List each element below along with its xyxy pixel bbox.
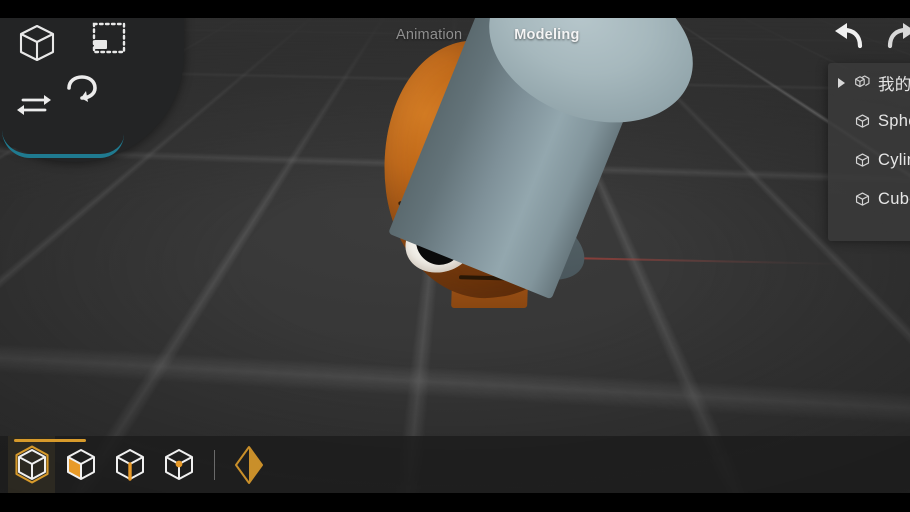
outliner-panel[interactable]: 我的 Sphe Cylin xyxy=(828,63,910,241)
outliner-label: Cylin xyxy=(878,151,910,169)
redo-arrow-icon xyxy=(887,23,910,49)
cube-object-icon xyxy=(14,445,49,483)
redo-button[interactable] xyxy=(886,22,910,50)
mode-face-button[interactable] xyxy=(57,436,104,493)
outliner-label: Cube xyxy=(878,190,910,208)
undo-arrow-icon xyxy=(835,23,863,49)
mode-vertex-button[interactable] xyxy=(155,436,202,493)
cube-edge-icon xyxy=(115,448,144,481)
mode-edge-button[interactable] xyxy=(106,436,153,493)
selection-mode-toolbar xyxy=(0,436,910,493)
history-controls xyxy=(830,22,910,50)
pivot-button[interactable] xyxy=(229,442,269,488)
cube-icon xyxy=(19,24,55,62)
cube-icon xyxy=(855,192,870,206)
marquee-select-button[interactable] xyxy=(88,18,130,60)
cube-icon xyxy=(855,153,870,167)
outliner-item-cube[interactable]: Cube xyxy=(828,180,910,219)
move-button[interactable] xyxy=(14,90,54,120)
cube-icon xyxy=(855,114,870,128)
group-icon xyxy=(855,75,870,88)
expand-arrow-icon[interactable] xyxy=(836,77,847,88)
cube-face-icon xyxy=(66,448,95,480)
shading-cube-button[interactable] xyxy=(14,20,60,66)
diamond-pivot-icon xyxy=(235,445,263,484)
rotate-icon xyxy=(67,75,97,102)
outliner-label: Sphe xyxy=(878,112,910,130)
outliner-label: 我的 xyxy=(878,75,910,94)
outliner-item-cylinder[interactable]: Cylin xyxy=(828,141,910,180)
letterbox-bottom xyxy=(0,493,910,512)
app-root: Animation Modeling 我的 Sph Cyli Cub xyxy=(0,0,910,512)
tab-modeling[interactable]: Modeling xyxy=(514,27,579,43)
mode-object-button[interactable] xyxy=(8,436,86,493)
tab-animation[interactable]: Animation xyxy=(396,27,462,43)
outliner-item-sphere[interactable]: Sphe xyxy=(828,102,910,141)
move-horizontal-icon xyxy=(17,95,51,115)
cube-vertex-icon xyxy=(164,448,193,480)
undo-button[interactable] xyxy=(830,22,864,50)
toolbar-separator xyxy=(214,449,215,480)
outliner-item-group[interactable]: 我的 xyxy=(828,63,910,102)
marquee-select-icon xyxy=(92,22,126,54)
letterbox-top xyxy=(0,0,910,18)
orbit-button[interactable] xyxy=(62,72,102,108)
